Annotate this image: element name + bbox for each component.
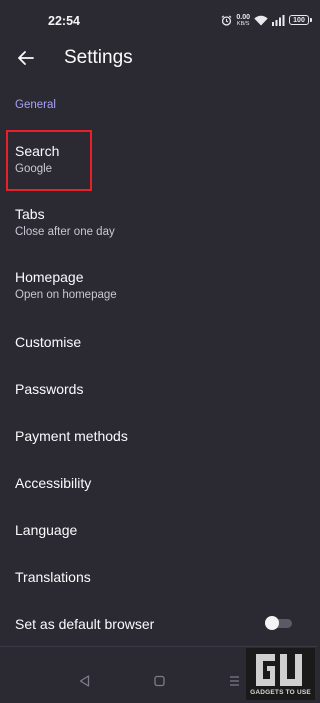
settings-item-accessibility[interactable]: Accessibility (0, 461, 317, 505)
arrow-left-icon[interactable] (14, 46, 38, 70)
settings-item-homepage[interactable]: Homepage Open on homepage (0, 259, 317, 317)
section-header-general: General (15, 99, 56, 111)
nav-recents-icon[interactable] (229, 675, 240, 687)
settings-item-label: Translations (15, 569, 91, 585)
settings-item-passwords[interactable]: Passwords (0, 367, 317, 411)
settings-screen: 22:54 0.00 KB/S 100 Settings General Sea… (0, 0, 317, 703)
watermark-text: GADGETS TO USE (250, 689, 311, 696)
page-title: Settings (64, 47, 133, 68)
settings-item-label: Set as default browser (15, 616, 155, 632)
net-speed-unit: KB/S (236, 20, 250, 27)
settings-item-payment-methods[interactable]: Payment methods (0, 414, 317, 458)
settings-item-subtitle: Open on homepage (15, 289, 117, 301)
settings-item-subtitle: Close after one day (15, 226, 115, 238)
settings-item-label: Customise (15, 334, 82, 350)
wifi-icon (254, 15, 268, 25)
settings-item-label: Passwords (15, 381, 84, 397)
status-bar: 22:54 0.00 KB/S 100 (0, 0, 317, 38)
signal-icon (272, 14, 285, 26)
status-icons: 0.00 KB/S 100 (221, 12, 312, 28)
settings-item-language[interactable]: Language (0, 508, 317, 552)
settings-item-tabs[interactable]: Tabs Close after one day (0, 196, 317, 254)
gadgets-to-use-logo (256, 654, 302, 686)
alarm-icon (221, 14, 232, 26)
settings-item-label: Accessibility (15, 475, 92, 491)
highlight-box (6, 130, 92, 191)
settings-item-label: Language (15, 522, 78, 538)
settings-item-translations[interactable]: Translations (0, 555, 317, 599)
watermark-logo: GADGETS TO USE (246, 648, 315, 700)
net-speed: 0.00 KB/S (236, 14, 250, 27)
nav-home-icon[interactable] (154, 675, 165, 687)
net-speed-value: 0.00 (236, 13, 250, 21)
app-header: Settings (0, 38, 317, 80)
nav-back-icon[interactable] (79, 675, 90, 687)
settings-item-label: Payment methods (15, 428, 128, 444)
toggle-thumb (265, 616, 279, 630)
settings-item-customise[interactable]: Customise (0, 320, 317, 364)
settings-item-label: Tabs (15, 206, 45, 222)
default-browser-toggle[interactable] (265, 616, 292, 630)
settings-item-label: Homepage (15, 269, 84, 285)
status-time: 22:54 (48, 14, 80, 28)
battery-icon: 100 (289, 15, 312, 25)
